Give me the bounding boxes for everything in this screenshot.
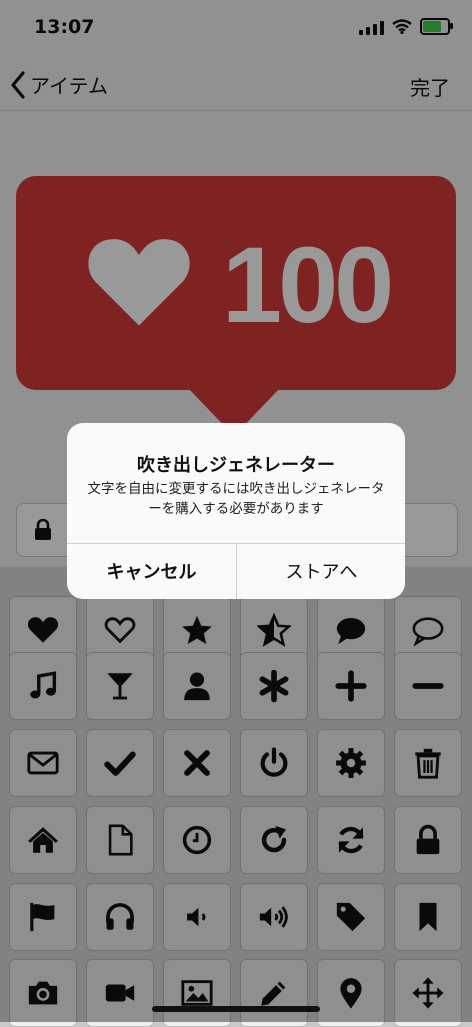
screen: 13:07 アイテム 完了 100 吹き出しジェネレーター 文字を自由に変更する… [0, 0, 472, 1027]
home-indicator[interactable] [152, 1006, 320, 1012]
alert-title: 吹き出しジェネレーター [137, 455, 335, 476]
alert-message: 文字を自由に変更するには吹き出しジェネレーターを購入する必要があります [87, 481, 385, 517]
cancel-button[interactable]: キャンセル [67, 543, 236, 599]
go-to-store-button[interactable]: ストアへ [237, 543, 405, 599]
purchase-alert-dialog: 吹き出しジェネレーター 文字を自由に変更するには吹き出しジェネレーターを購入する… [67, 423, 405, 599]
